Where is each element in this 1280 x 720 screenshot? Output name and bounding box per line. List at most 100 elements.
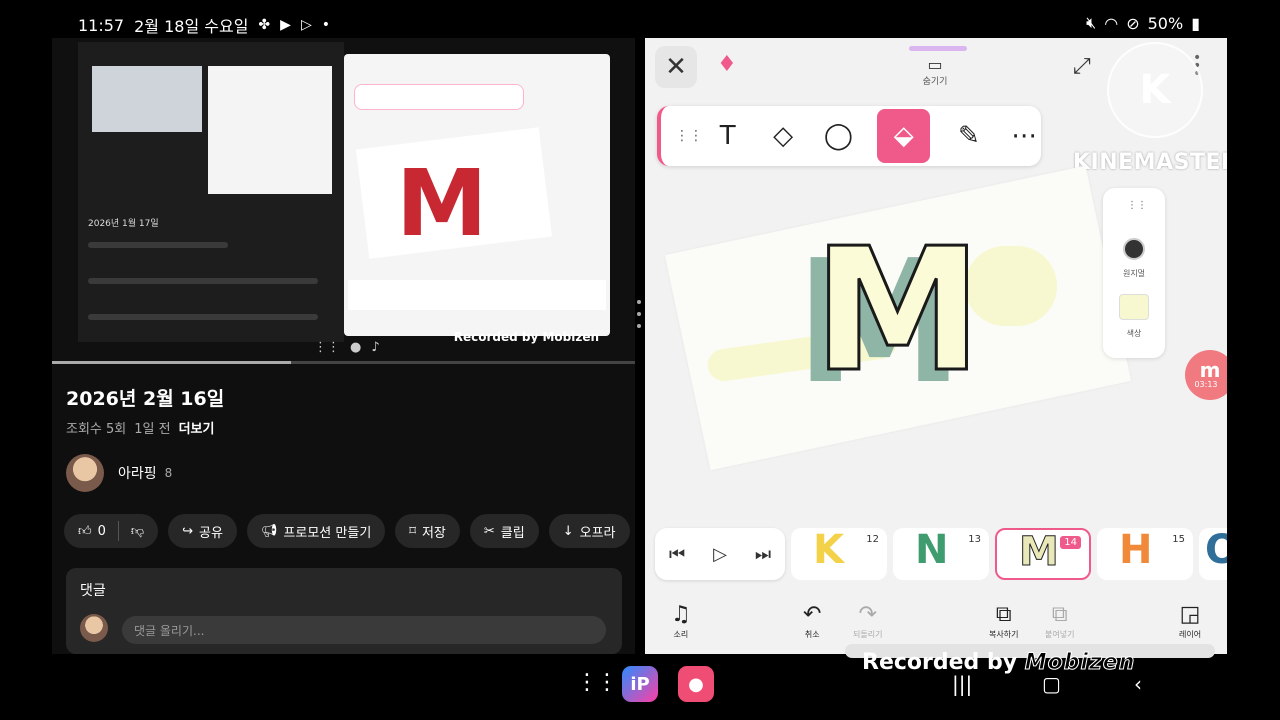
text-tool-icon[interactable]: T [711, 119, 744, 153]
drawing-toolbar: ⋮⋮ T ◇ ◯ ⬙ ✎ ⋯ [657, 106, 1041, 166]
frame-drawing [208, 66, 332, 194]
promote-label: 프로모션 만들기 [283, 525, 372, 541]
clip-button[interactable]: ✂ 클립 [469, 514, 539, 548]
frame-thumb: H [1119, 528, 1153, 573]
character-letter: M [811, 212, 983, 410]
wifi-icon: ◠ [1104, 13, 1119, 33]
kinemaster-logo: K [1107, 42, 1203, 138]
frame-toolbar [354, 84, 524, 110]
eraser-icon[interactable]: ◇ [766, 119, 799, 153]
youtube-panel: 2026년 1월 17일 M Recorded by Mobizen ⋮⋮ ● … [52, 38, 635, 654]
recent-apps-icon[interactable]: ||| [952, 672, 972, 696]
comment-input[interactable]: 댓글 올리기... [122, 616, 606, 644]
like-dislike-button[interactable]: 👍︎ 0 👎︎ [64, 514, 159, 548]
battery-icon: ▮ [1191, 13, 1200, 33]
frame-date: 2026년 1월 17일 [88, 219, 159, 229]
offline-button[interactable]: ↓ 오프라 [548, 514, 630, 548]
divider [117, 521, 119, 541]
channel-name[interactable]: 아라핑 [118, 463, 157, 483]
download-icon: ↓ [562, 523, 574, 539]
play-icon[interactable]: ▷ [713, 544, 727, 565]
play-store-icon: ▷ [300, 17, 312, 33]
lasso-icon[interactable]: ◯ [822, 119, 855, 153]
frame-row [88, 242, 228, 248]
close-icon: ✕ [665, 52, 687, 82]
share-icon: ↪ [182, 523, 193, 539]
view-count: 조회수 5회 [66, 422, 127, 437]
frame-item-selected[interactable]: M 14 [995, 528, 1091, 580]
video-title: 2026년 2월 16일 [66, 388, 225, 410]
redo-label: 되돌리기 [853, 630, 883, 639]
skip-end-icon[interactable]: ⏭ [755, 544, 771, 565]
share-button[interactable]: ↪ 공유 [168, 514, 237, 548]
kinemaster-panel: ✕ ♦ ▭ 숨기기 ⤢ • • • K KINEMASTER ⋮⋮ T ◇ ◯ ⬙ … [645, 38, 1227, 654]
back-icon[interactable]: ‹ [1134, 672, 1142, 696]
mini-recorded-watermark: Recorded by Mobizen [453, 330, 599, 344]
home-icon[interactable]: ▢ [1042, 672, 1061, 696]
frame-item[interactable]: N 13 [893, 528, 989, 580]
close-button[interactable]: ✕ [655, 46, 697, 88]
frame-item[interactable]: H 15 [1097, 528, 1193, 580]
offline-label: 오프라 [579, 525, 616, 541]
diamond-icon[interactable]: ♦ [717, 52, 737, 77]
date: 2월 18일 수요일 [134, 17, 249, 36]
do-not-disturb-icon: ⊘ [1126, 13, 1140, 33]
video-player[interactable]: 2026년 1월 17일 M Recorded by Mobizen ⋮⋮ ● … [52, 38, 635, 364]
app-icon: ● [350, 340, 362, 355]
expand-icon[interactable]: ⤢ [1073, 54, 1091, 79]
navigation-bar: ⋮⋮⋮ iP ● ||| ▢ ‹ [0, 660, 1280, 720]
logo-letter: K [1139, 67, 1171, 113]
video-frame-right: M [344, 54, 610, 336]
redo-icon: ↷ [858, 602, 877, 627]
channel-row[interactable]: 아라핑 8 [66, 454, 172, 492]
video-meta: 조회수 5회 1일 전 더보기 [66, 418, 214, 437]
action-row: 👍︎ 0 👎︎ ↪ 공유 📢︎ 프로모션 만들기 ⌑ 저장 ✂ 클립 ↓ 오프라 [64, 514, 630, 548]
layers-icon: ◲ [1179, 602, 1201, 627]
frame-number: 13 [968, 534, 981, 545]
video-info: 2026년 2월 16일 조회수 5회 1일 전 더보기 아라핑 8 👍︎ 0 … [52, 364, 635, 654]
brush-size-dot[interactable] [1123, 238, 1145, 260]
panel-grip-icon[interactable]: ⋮⋮ [1127, 200, 1147, 211]
upload-age: 1일 전 [134, 422, 171, 437]
video-frame-left: 2026년 1월 17일 [78, 42, 344, 342]
copy-icon: ⧉ [995, 602, 1012, 627]
paste-icon: ⧉ [1051, 602, 1068, 627]
fill-bucket-icon[interactable]: ⬙ [877, 109, 931, 163]
redo-button[interactable]: ↷ 되돌리기 [853, 602, 882, 640]
thumbs-up-icon[interactable]: 👍︎ [78, 524, 92, 539]
frame-item[interactable]: O [1199, 528, 1227, 580]
thumbs-down-icon[interactable]: 👎︎ [131, 524, 144, 539]
frame-letter: M [396, 150, 488, 257]
size-label: 원지멀 [1122, 269, 1146, 278]
sound-label: 소리 [673, 630, 689, 639]
kinemaster-wordmark: KINEMASTER [1073, 150, 1227, 175]
screen-recorder-icon[interactable]: ● [678, 666, 714, 702]
mobizen-bubble[interactable]: m 03:13 [1185, 350, 1227, 400]
split-divider[interactable] [637, 300, 641, 360]
hide-icon: ▭ [927, 55, 943, 74]
frame-number: 15 [1172, 534, 1185, 545]
save-button[interactable]: ⌑ 저장 [395, 514, 460, 548]
skip-start-icon[interactable]: ⏮ [669, 544, 685, 565]
channel-avatar[interactable] [66, 454, 104, 492]
undo-button[interactable]: ↶ 취소 [803, 602, 821, 640]
color-swatch[interactable] [1119, 294, 1149, 320]
brush-icon[interactable]: ✎ [952, 119, 985, 153]
layer-button[interactable]: ◲ 레이어 [1179, 602, 1201, 640]
frame-item[interactable]: K 12 [791, 528, 887, 580]
hide-button[interactable]: ▭ 숨기기 [909, 46, 967, 87]
more-link[interactable]: 더보기 [179, 418, 215, 437]
grip-icon[interactable]: ⋮⋮ [675, 128, 703, 144]
ibis-paint-icon[interactable]: iP [622, 666, 658, 702]
sound-button[interactable]: ♫ 소리 [671, 602, 691, 640]
tiktok-icon: ♪ [371, 340, 380, 355]
clip-label: 클립 [500, 525, 525, 541]
frame-thumb: K [813, 528, 844, 573]
comments-section[interactable]: 댓글 댓글 올리기... [66, 568, 622, 654]
promote-button[interactable]: 📢︎ 프로모션 만들기 [246, 514, 386, 548]
user-avatar [80, 614, 108, 642]
copy-button[interactable]: ⧉ 복사하기 [989, 602, 1018, 640]
more-icon[interactable]: ⋯ [1008, 119, 1041, 153]
status-bar-left: 11:57 2월 18일 수요일 ✤ ▶ ▷ • [78, 13, 330, 37]
paste-button[interactable]: ⧉ 붙여넣기 [1045, 602, 1074, 640]
